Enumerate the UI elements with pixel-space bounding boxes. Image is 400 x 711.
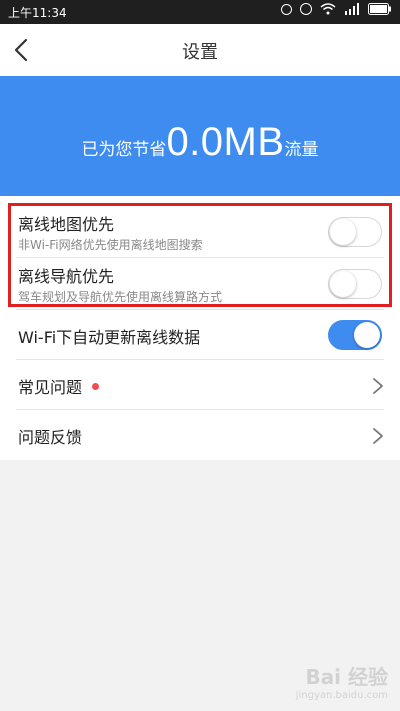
offline-map-first-toggle[interactable] xyxy=(328,217,382,247)
status-bar: 上午11:34 xyxy=(0,0,400,24)
setting-title: Wi-Fi下自动更新离线数据 xyxy=(18,328,201,347)
toggle-knob xyxy=(354,322,380,348)
setting-title: 离线导航优先 xyxy=(18,267,115,286)
setting-title: 常见问题 xyxy=(18,374,100,398)
toggle-knob xyxy=(330,271,356,297)
hotspot-icon xyxy=(281,3,292,15)
setting-offline-map-first[interactable]: 离线地图优先 非Wi-Fi网络优先使用离线地图搜索 xyxy=(0,206,400,258)
data-saved-prefix: 已为您节省 xyxy=(81,140,167,160)
settings-list: 离线地图优先 非Wi-Fi网络优先使用离线地图搜索 离线导航优先 驾车规划及导航… xyxy=(0,196,400,460)
setting-title: 离线地图优先 xyxy=(18,215,115,234)
chevron-right-icon xyxy=(372,377,384,395)
status-time: 上午11:34 xyxy=(8,6,67,20)
watermark-brand: Bai 经验 xyxy=(305,665,388,689)
signal-icon xyxy=(344,3,360,15)
status-icons xyxy=(281,3,392,15)
red-dot-badge xyxy=(92,383,100,390)
data-saved-suffix: 流量 xyxy=(284,140,319,160)
data-saved-text: 已为您节省0.0MB流量 xyxy=(0,120,400,165)
wifi-icon xyxy=(320,3,336,15)
setting-offline-nav-first[interactable]: 离线导航优先 驾车规划及导航优先使用离线算路方式 xyxy=(0,258,400,310)
setting-title: 问题反馈 xyxy=(18,428,83,447)
setting-subtitle: 非Wi-Fi网络优先使用离线地图搜索 xyxy=(18,238,203,252)
setting-feedback[interactable]: 问题反馈 xyxy=(0,410,400,460)
data-saved-banner: 已为您节省0.0MB流量 xyxy=(0,76,400,196)
watermark-url: jingyan.baidu.com xyxy=(295,690,388,701)
page-title: 设置 xyxy=(182,42,218,63)
nav-bar: 设置 xyxy=(0,24,400,76)
watermark: Bai 经验 jingyan.baidu.com xyxy=(296,661,388,701)
setting-wifi-auto-update[interactable]: Wi-Fi下自动更新离线数据 xyxy=(0,310,400,360)
battery-icon xyxy=(368,3,392,15)
data-saved-amount: 0.0MB xyxy=(166,120,285,164)
alarm-icon xyxy=(300,3,312,15)
setting-subtitle: 驾车规划及导航优先使用离线算路方式 xyxy=(18,290,223,304)
offline-nav-first-toggle[interactable] xyxy=(328,269,382,299)
faq-label: 常见问题 xyxy=(18,378,83,397)
wifi-auto-update-toggle[interactable] xyxy=(328,320,382,350)
toggle-knob xyxy=(330,219,356,245)
chevron-right-icon xyxy=(372,427,384,445)
setting-faq[interactable]: 常见问题 xyxy=(0,360,400,410)
